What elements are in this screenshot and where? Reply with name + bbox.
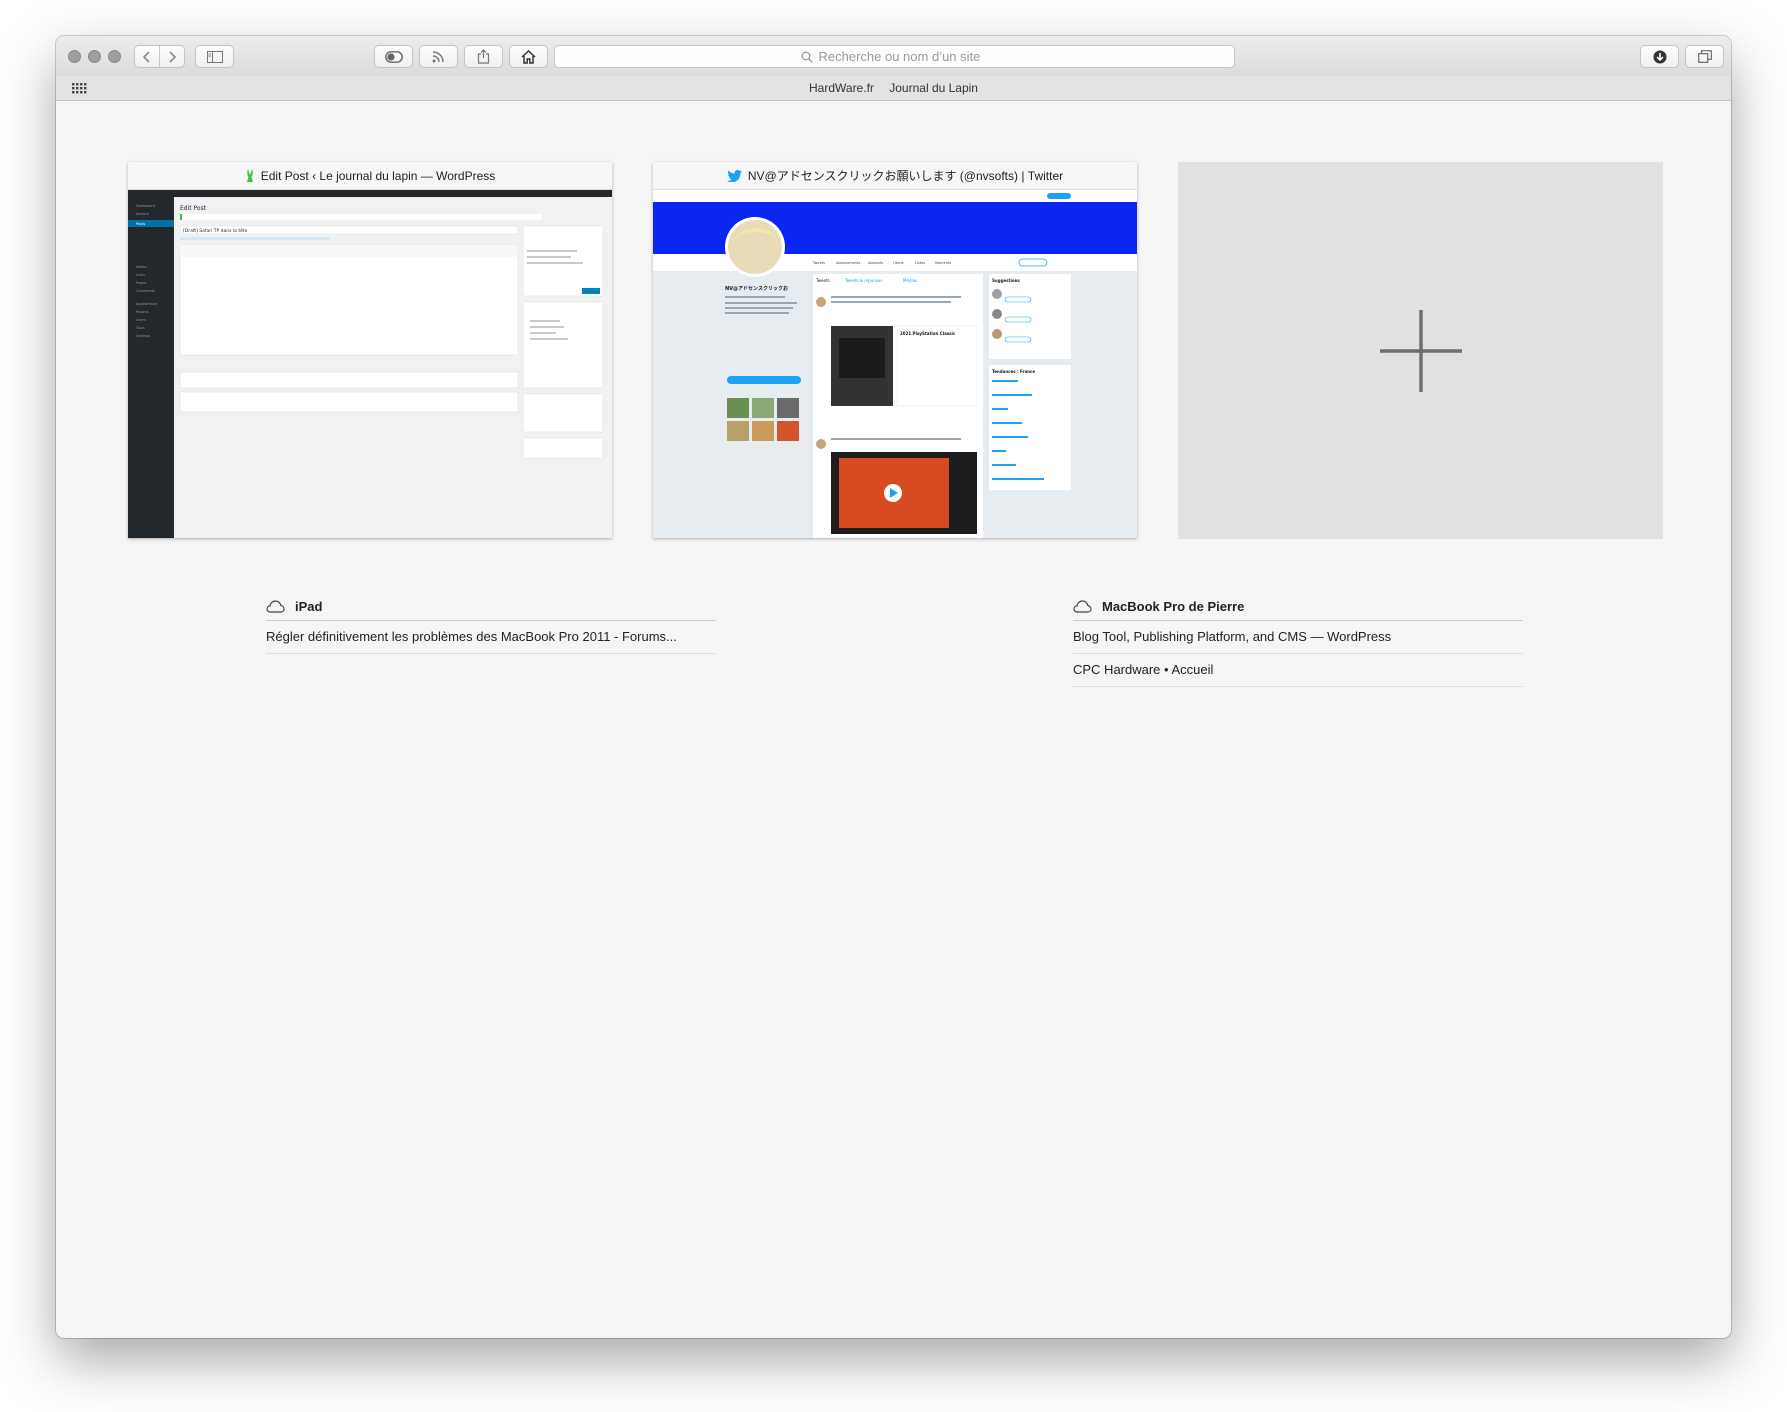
icloud-tab-item[interactable]: Blog Tool, Publishing Platform, and CMS … [1073,621,1523,654]
rabbit-icon [246,168,253,182]
svg-text:Tweets: Tweets [815,278,830,283]
sidebar-icon [206,50,223,63]
toolbar [56,36,1731,77]
svg-text:Posts: Posts [136,222,145,226]
top-site-wordpress[interactable]: Edit Post ‹ Le journal du lapin — WordPr… [128,162,612,538]
top-site-twitter[interactable]: NV@アドセンスクリックお願いします (@nvsofts) | Twitter … [653,162,1137,538]
home-icon [521,49,536,64]
svg-text:Users: Users [136,318,146,322]
share-icon [477,49,490,64]
chevron-left-icon [142,50,150,63]
svg-text:Plugins: Plugins [136,310,149,314]
device-header: MacBook Pro de Pierre [1073,592,1523,621]
svg-text:Suggestions: Suggestions [992,278,1020,283]
svg-text:[Draft] Safari TP dans la tête: [Draft] Safari TP dans la tête [183,227,248,234]
svg-text:NV@アドセンスクリックお: NV@アドセンスクリックお [725,285,789,292]
svg-text:Jetpack: Jetpack [135,212,150,216]
favorite-journal-du-lapin[interactable]: Journal du Lapin [889,81,978,95]
tile-title: NV@アドセンスクリックお願いします (@nvsofts) | Twitter [747,169,1064,183]
svg-text:J'aime: J'aime [892,261,904,265]
svg-text:Médias: Médias [903,278,917,283]
svg-text:Tweets: Tweets [812,261,825,265]
safari-window: HardWare.fr Journal du Lapin Edit Post ‹… [56,36,1731,1338]
plus-icon [1379,309,1462,392]
device-header: iPad [266,592,716,621]
svg-text:2021 PlayStation Classic: 2021 PlayStation Classic [900,331,956,336]
magnifier-icon [801,51,812,62]
rss-icon [432,51,444,63]
share-button[interactable] [464,45,503,68]
twitter-preview: Tweets Abonnements Abonnés J'aime Listes Mom… [653,190,1137,538]
cloud-icon [266,599,285,613]
wordpress-preview: Dashboard Jetpack Posts Media Links Pages C… [128,190,612,538]
icloud-device-ipad: iPad Régler définitivement les problèmes… [266,592,716,654]
forward-button[interactable] [159,46,184,67]
svg-text:Listes: Listes [915,261,925,265]
svg-text:Moments: Moments [935,261,951,265]
device-name: iPad [295,598,323,614]
svg-text:Tweets & réponses: Tweets & réponses [844,278,882,283]
tile-title-bar: Edit Post ‹ Le journal du lapin — WordPr… [128,162,612,190]
icloud-tab-item[interactable]: CPC Hardware • Accueil [1073,654,1523,687]
device-name: MacBook Pro de Pierre [1102,598,1245,614]
svg-text:Comments: Comments [136,289,155,293]
svg-text:Tendances : France: Tendances : France [992,369,1035,374]
icloud-tab-item[interactable]: Régler définitivement les problèmes des … [266,621,716,654]
content-blocker-button[interactable] [374,45,413,68]
toggle-icon [384,50,403,63]
svg-text:Edit Post: Edit Post [180,205,207,212]
chevron-right-icon [169,50,177,63]
tile-title-bar: NV@アドセンスクリックお願いします (@nvsofts) | Twitter [653,162,1137,190]
svg-text:Tools: Tools [135,326,145,330]
svg-text:Media: Media [136,265,147,269]
favorite-hardware[interactable]: HardWare.fr [809,81,874,95]
svg-text:Settings: Settings [136,334,151,338]
back-button[interactable] [135,46,159,67]
svg-text:Links: Links [136,273,145,277]
svg-text:Pages: Pages [136,281,146,285]
address-bar[interactable] [554,45,1235,68]
add-top-site-tile[interactable] [1178,162,1663,539]
svg-text:Appearance: Appearance [136,302,157,306]
close-window-button[interactable] [68,50,81,63]
minimize-window-button[interactable] [88,50,101,63]
navigation-buttons [134,45,185,68]
favorites-bar: HardWare.fr Journal du Lapin [56,76,1731,101]
tile-title: Edit Post ‹ Le journal du lapin — WordPr… [260,168,496,183]
download-icon [1653,50,1666,63]
icloud-device-macbook: MacBook Pro de Pierre Blog Tool, Publish… [1073,592,1523,687]
cloud-icon [1073,599,1092,613]
downloads-button[interactable] [1640,45,1679,68]
svg-text:Dashboard: Dashboard [136,204,155,208]
home-button[interactable] [509,45,548,68]
tab-overview-button[interactable] [1685,45,1724,68]
rss-button[interactable] [419,45,458,68]
svg-text:Abonnés: Abonnés [868,261,883,265]
svg-text:Abonnements: Abonnements [836,261,861,265]
search-input[interactable] [818,49,989,64]
tabs-icon [1697,50,1712,63]
sidebar-button[interactable] [195,45,234,68]
zoom-window-button[interactable] [108,50,121,63]
twitter-bird-icon [726,169,742,182]
